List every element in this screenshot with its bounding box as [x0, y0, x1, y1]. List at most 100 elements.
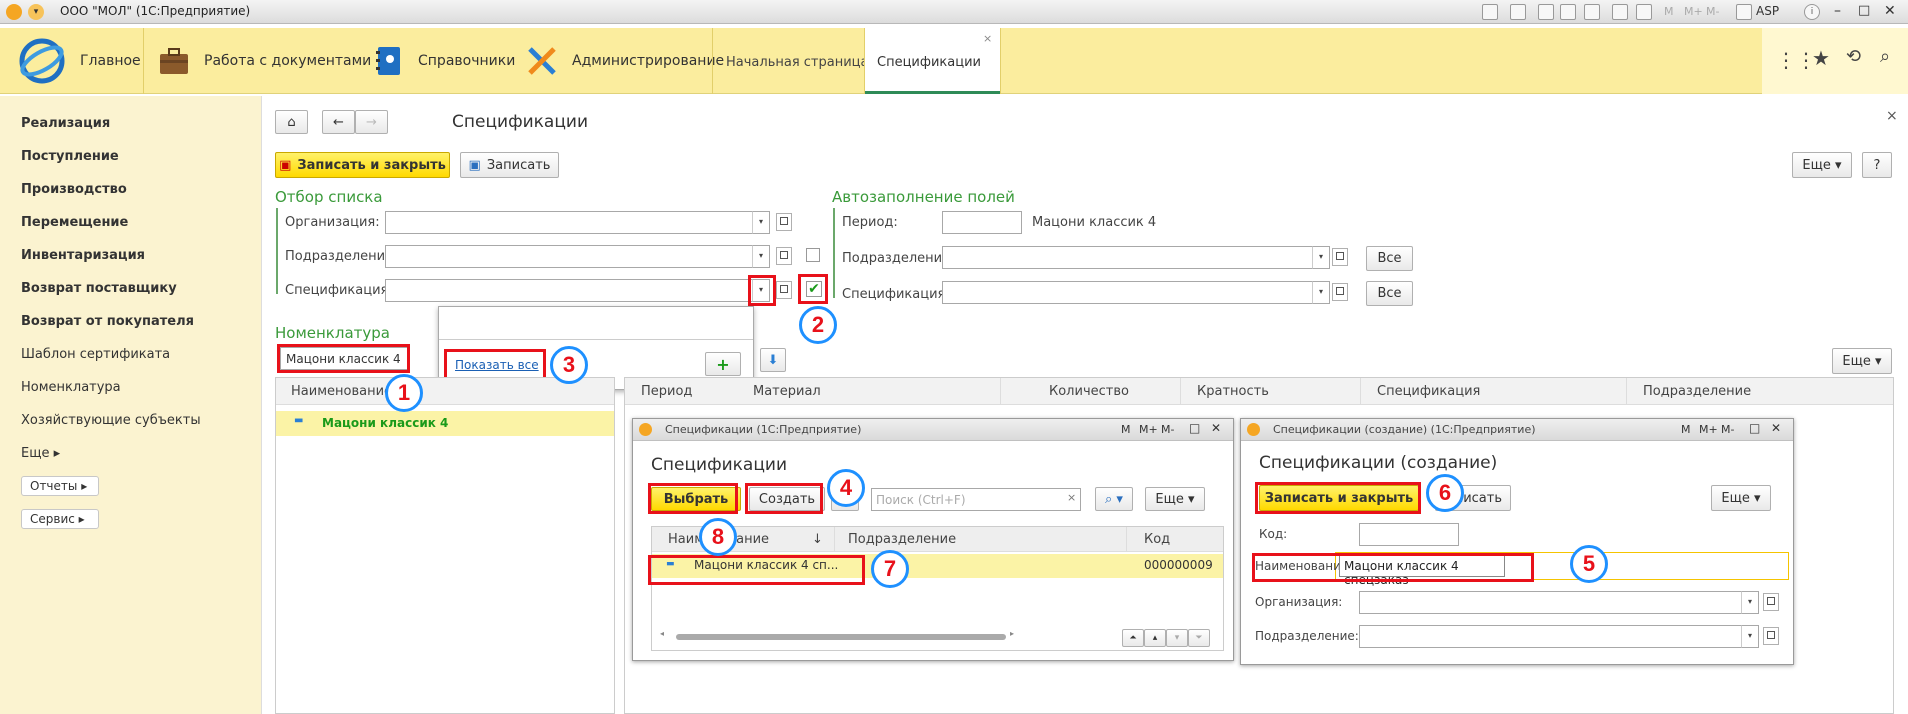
col-dept[interactable]: Подразделение: [848, 532, 956, 547]
scroll-bottom-button[interactable]: ⏷: [1188, 629, 1210, 647]
filter-org-dropdown[interactable]: ▾: [752, 211, 770, 234]
back-button[interactable]: ←: [322, 110, 355, 134]
dept-field[interactable]: [1359, 625, 1743, 648]
reports-button[interactable]: Отчеты ▸: [21, 476, 99, 496]
col-multiplicity[interactable]: Кратность: [1197, 384, 1269, 399]
sys-icon-2[interactable]: [1510, 4, 1526, 20]
nav-return-customer[interactable]: Возврат от покупателя: [21, 314, 194, 329]
scroll-top-button[interactable]: ⏶: [1122, 629, 1144, 647]
col-department[interactable]: Подразделение: [1643, 384, 1751, 399]
section-admin[interactable]: Администрирование: [526, 28, 724, 94]
calendar-icon[interactable]: [1636, 4, 1652, 20]
filter-dept-checkbox[interactable]: [806, 248, 820, 262]
col-quantity[interactable]: Количество: [1049, 384, 1129, 399]
nav-return-supplier[interactable]: Возврат поставщику: [21, 281, 177, 296]
filter-dept-field[interactable]: [385, 245, 753, 268]
memory-mminus[interactable]: M-: [1706, 5, 1719, 18]
popup1-m[interactable]: M: [1121, 423, 1131, 436]
section-references[interactable]: Справочники: [372, 28, 515, 94]
col-code[interactable]: Код: [1144, 532, 1170, 547]
scroll-up-button[interactable]: ▴: [1144, 629, 1166, 647]
info-icon[interactable]: i: [1804, 4, 1820, 20]
filter-org-open-icon[interactable]: [776, 213, 792, 231]
nav-inventory[interactable]: Инвентаризация: [21, 248, 145, 263]
favorites-star-icon[interactable]: ★: [1812, 46, 1830, 70]
filter-dept-dropdown[interactable]: ▾: [752, 245, 770, 268]
auto-spec-all-button[interactable]: Все: [1366, 281, 1413, 306]
memory-mplus[interactable]: M+: [1684, 5, 1703, 18]
tab-start-page[interactable]: Начальная страница: [726, 55, 868, 70]
minimize-button[interactable]: –: [1834, 3, 1841, 19]
user-name[interactable]: ASP: [1756, 4, 1779, 18]
popup2-mplus[interactable]: M+: [1699, 423, 1718, 436]
search-icon[interactable]: ⌕: [1880, 46, 1890, 67]
maximize-button[interactable]: □: [1858, 3, 1870, 18]
nav-production[interactable]: Производство: [21, 182, 127, 197]
sys-icon-3[interactable]: [1538, 4, 1554, 20]
tab-close-icon[interactable]: ×: [983, 32, 992, 45]
org-open-icon[interactable]: [1763, 593, 1779, 611]
apps-grid-icon[interactable]: ⋮⋮: [1776, 48, 1816, 72]
more-button[interactable]: Еще ▾: [1792, 152, 1852, 178]
popup1-mminus[interactable]: M-: [1161, 423, 1174, 436]
down-arrow-button[interactable]: ⬇: [760, 348, 786, 372]
history-icon[interactable]: ⟲: [1846, 46, 1861, 67]
close-window-button[interactable]: ✕: [1884, 3, 1896, 19]
form-close-icon[interactable]: ×: [1886, 108, 1898, 124]
popup1-close[interactable]: ✕: [1211, 421, 1221, 435]
search-field[interactable]: Поиск (Ctrl+F): [871, 488, 1081, 511]
section-main[interactable]: Главное: [18, 28, 141, 94]
nav-more[interactable]: Еще ▸: [21, 446, 60, 461]
add-button[interactable]: +: [705, 352, 741, 376]
more-button-2[interactable]: Еще ▾: [1832, 348, 1892, 374]
search-clear-icon[interactable]: ×: [1067, 491, 1076, 504]
filter-org-field[interactable]: [385, 211, 753, 234]
nav-entities[interactable]: Хозяйствующие субъекты: [21, 413, 201, 428]
nav-nomenclature[interactable]: Номенклатура: [21, 380, 121, 395]
service-button[interactable]: Сервис ▸: [21, 509, 99, 529]
auto-dept-field[interactable]: [942, 246, 1314, 269]
popup2-more-button[interactable]: Еще ▾: [1711, 485, 1771, 511]
popup1-more-button[interactable]: Еще ▾: [1145, 487, 1205, 511]
sys-icon-5[interactable]: [1584, 4, 1600, 20]
nav-receipt[interactable]: Поступление: [21, 149, 119, 164]
col-period[interactable]: Период: [641, 384, 692, 399]
col-material[interactable]: Материал: [753, 384, 821, 399]
search-options-button[interactable]: ⌕ ▾: [1095, 487, 1133, 511]
forward-button[interactable]: →: [355, 110, 388, 134]
tab-specifications[interactable]: Спецификации ×: [865, 28, 1000, 94]
code-field[interactable]: [1359, 523, 1459, 546]
org-dropdown[interactable]: ▾: [1741, 591, 1759, 614]
popup2-close[interactable]: ✕: [1771, 421, 1781, 435]
dept-open-icon[interactable]: [1763, 627, 1779, 645]
filter-dept-open-icon[interactable]: [776, 247, 792, 265]
sys-icon-6[interactable]: [1612, 4, 1628, 20]
section-documents[interactable]: Работа с документами: [158, 28, 371, 94]
sys-icon-1[interactable]: [1482, 4, 1498, 20]
auto-dept-dropdown[interactable]: ▾: [1312, 246, 1330, 269]
auto-spec-open-icon[interactable]: [1332, 283, 1348, 301]
nomenclature-row[interactable]: ▬ Мацони классик 4: [276, 411, 614, 436]
save-button[interactable]: ▣ Записать: [460, 152, 559, 178]
nav-transfer[interactable]: Перемещение: [21, 215, 128, 230]
org-field[interactable]: [1359, 591, 1743, 614]
panel-icon[interactable]: [1736, 4, 1752, 20]
save-close-button[interactable]: ▣ Записать и закрыть: [275, 152, 450, 178]
auto-spec-field[interactable]: [942, 281, 1314, 304]
filter-spec-field[interactable]: [385, 279, 753, 302]
popup1-mplus[interactable]: M+: [1139, 423, 1158, 436]
popup1-maximize[interactable]: □: [1189, 421, 1200, 435]
help-button[interactable]: ?: [1862, 152, 1892, 178]
nav-realization[interactable]: Реализация: [21, 116, 110, 131]
popup2-m[interactable]: M: [1681, 423, 1691, 436]
nav-certificate-template[interactable]: Шаблон сертификата: [21, 347, 170, 362]
auto-period-field[interactable]: [942, 211, 1022, 234]
popup2-mminus[interactable]: M-: [1721, 423, 1734, 436]
sys-icon-4[interactable]: [1560, 4, 1576, 20]
scroll-down-button[interactable]: ▾: [1166, 629, 1188, 647]
memory-m[interactable]: M: [1664, 5, 1674, 18]
auto-dept-open-icon[interactable]: [1332, 248, 1348, 266]
nomenclature-col-name[interactable]: Наименование: [291, 384, 392, 399]
home-button[interactable]: ⌂: [275, 110, 308, 134]
auto-dept-all-button[interactable]: Все: [1366, 246, 1413, 271]
